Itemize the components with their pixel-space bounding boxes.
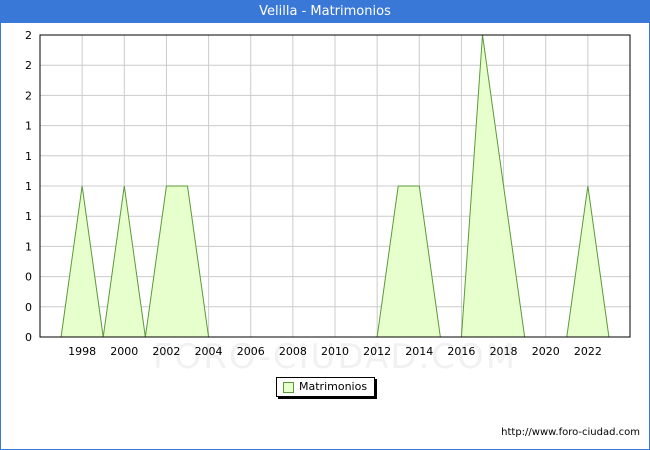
x-tick-label: 2018 bbox=[490, 345, 518, 358]
y-tick-label: 1 bbox=[25, 150, 32, 163]
legend-label: Matrimonios bbox=[299, 380, 368, 393]
y-tick-label: 1 bbox=[25, 240, 32, 253]
y-tick-label: 0 bbox=[25, 271, 32, 284]
x-tick-label: 2004 bbox=[195, 345, 223, 358]
x-tick-label: 1998 bbox=[68, 345, 96, 358]
y-tick-label: 1 bbox=[25, 180, 32, 193]
x-tick-label: 2010 bbox=[321, 345, 349, 358]
x-tick-label: 2000 bbox=[110, 345, 138, 358]
y-tick-label: 1 bbox=[25, 120, 32, 133]
y-tick-label: 0 bbox=[25, 331, 32, 344]
x-tick-label: 2020 bbox=[532, 345, 560, 358]
x-tick-label: 2006 bbox=[237, 345, 265, 358]
y-tick-label: 1 bbox=[25, 210, 32, 223]
legend: Matrimonios bbox=[276, 377, 375, 397]
x-tick-label: 2008 bbox=[279, 345, 307, 358]
y-tick-label: 0 bbox=[25, 301, 32, 314]
y-tick-label: 2 bbox=[25, 89, 32, 102]
x-tick-label: 2022 bbox=[574, 345, 602, 358]
x-tick-label: 2016 bbox=[447, 345, 475, 358]
legend-swatch bbox=[283, 382, 294, 393]
y-tick-label: 2 bbox=[25, 29, 32, 42]
x-tick-label: 2002 bbox=[152, 345, 180, 358]
y-axis-ticks: 0 0 0 1 1 1 1 1 2 2 2 bbox=[25, 29, 32, 344]
y-tick-label: 2 bbox=[25, 59, 32, 72]
x-tick-label: 2012 bbox=[363, 345, 391, 358]
x-axis-ticks: 1998 2000 2002 2004 2006 2008 2010 2012 2014 2016… bbox=[68, 345, 602, 358]
x-tick-label: 2014 bbox=[405, 345, 433, 358]
source-url: http://www.foro-ciudad.com bbox=[501, 427, 640, 438]
